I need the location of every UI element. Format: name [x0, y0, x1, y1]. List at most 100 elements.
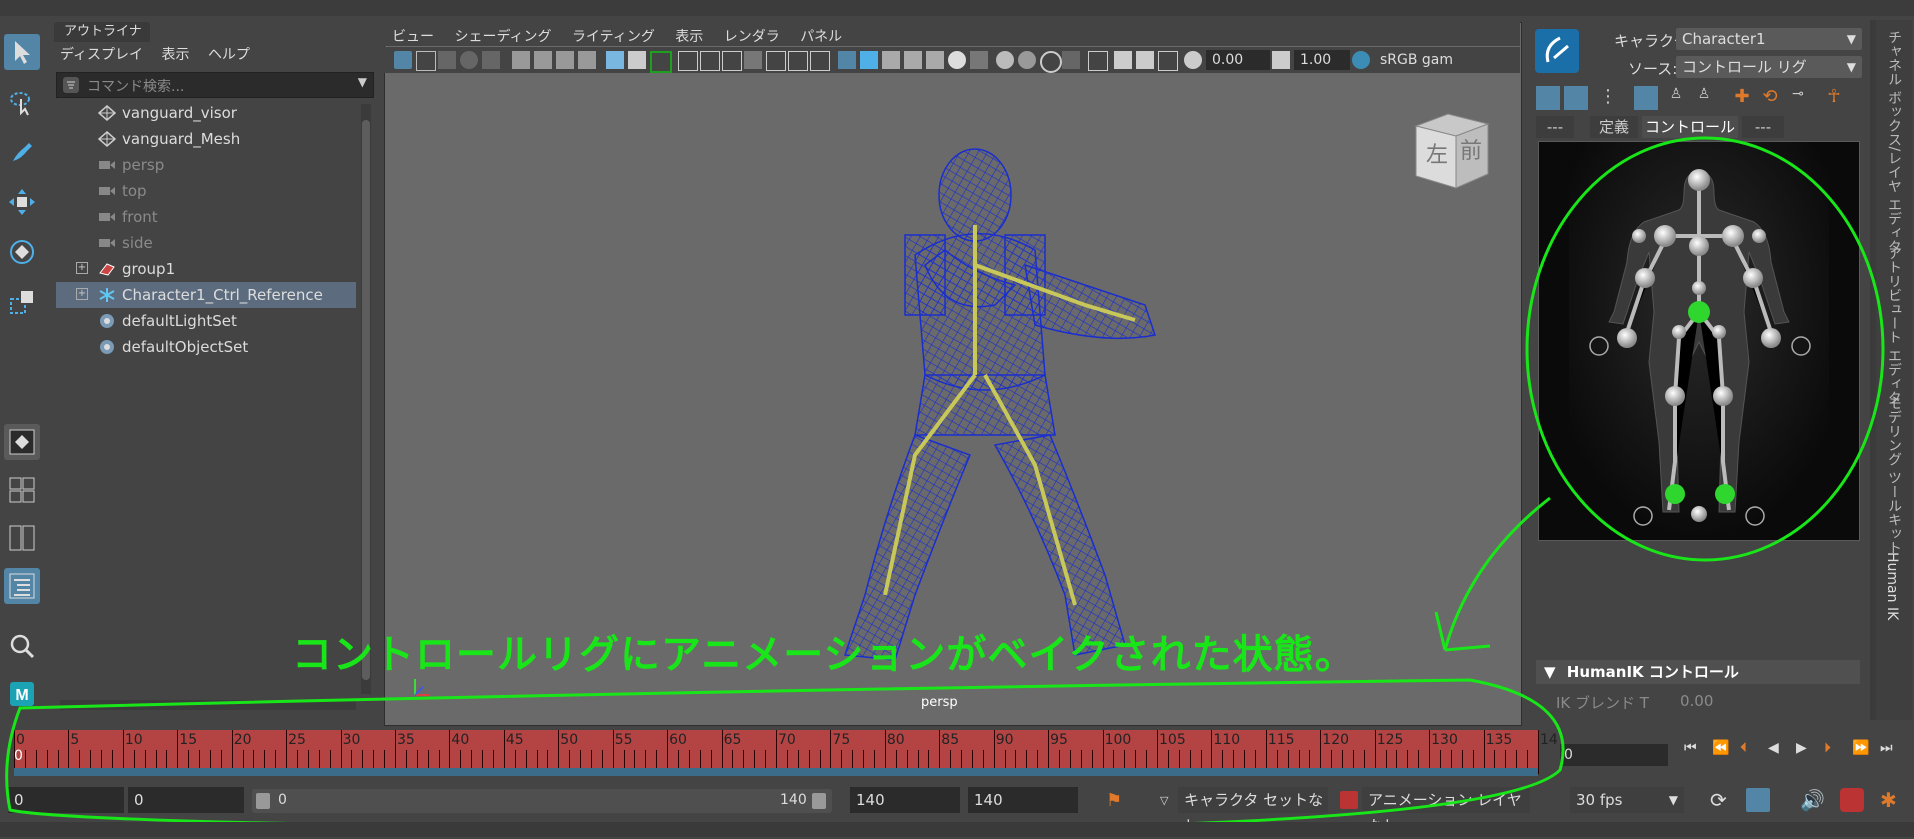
grid-toggle-icon[interactable] — [438, 51, 456, 69]
two-view-button[interactable] — [4, 520, 40, 556]
figure-pin-icon[interactable] — [1634, 86, 1658, 110]
menu-renderer[interactable]: レンダラ — [724, 26, 780, 46]
sound-icon[interactable]: 🔊 — [1800, 788, 1825, 812]
smooth-shade-icon[interactable] — [860, 51, 878, 69]
selection-icon[interactable]: ⋮ — [1596, 86, 1620, 110]
tab-attribute-editor[interactable]: アトリビュート エディタ — [1884, 246, 1904, 404]
pencil-icon[interactable] — [650, 51, 672, 73]
outliner-item-side[interactable]: side — [56, 230, 356, 256]
range-slider[interactable]: 0 140 — [252, 789, 832, 813]
loop-icon[interactable]: ⟳ — [1710, 788, 1727, 812]
field-chart-icon[interactable] — [766, 51, 786, 71]
outliner-item-front[interactable]: front — [56, 204, 356, 230]
menu-shading[interactable]: シェーディング — [454, 26, 551, 46]
search-dropdown-icon[interactable]: ▼ — [358, 75, 367, 89]
character-figure-icon[interactable]: ☥ — [1822, 86, 1846, 110]
key-icon[interactable]: ⚑ — [1106, 790, 1122, 811]
unpin-icon[interactable]: ⊸ — [1786, 86, 1810, 110]
outliner-item-vanguard-mesh[interactable]: vanguard_Mesh — [56, 126, 356, 152]
anim-layer-field[interactable]: アニメーション レイヤなし — [1362, 787, 1530, 835]
go-to-end-icon[interactable]: ⏭ — [1880, 740, 1893, 756]
resolution-gate-icon[interactable] — [722, 51, 742, 71]
menu-view[interactable]: ビュー — [392, 26, 434, 46]
body-part-ik-icon[interactable] — [1564, 86, 1588, 110]
exposure-field[interactable]: 0.00 — [1206, 50, 1270, 70]
isolate-select-icon[interactable] — [1088, 51, 1108, 71]
gamma-field[interactable]: 1.00 — [1294, 50, 1350, 70]
lights-icon[interactable] — [926, 51, 944, 69]
run-icon[interactable]: ✱ — [1880, 788, 1897, 812]
bookmark-camera-icon[interactable] — [556, 51, 574, 69]
source-dropdown[interactable]: コントロール リグ ▼ — [1676, 56, 1862, 78]
camera-icon[interactable] — [512, 51, 530, 69]
image-plane-icon[interactable] — [416, 51, 436, 71]
color-management-icon[interactable] — [1352, 51, 1370, 69]
range-end-handle[interactable] — [812, 793, 826, 809]
xray-icon[interactable] — [628, 51, 646, 69]
menu-panels[interactable]: パネル — [800, 26, 842, 46]
safe-title-icon[interactable] — [810, 51, 830, 71]
color-space-field[interactable]: sRGB gam — [1374, 50, 1520, 70]
record-icon[interactable] — [1840, 788, 1864, 812]
outliner-item-character1-ctrl-reference[interactable]: + Character1_Ctrl_Reference — [56, 282, 356, 308]
depth-of-field-icon[interactable] — [1062, 51, 1080, 69]
character-dropdown[interactable]: Character1 ▼ — [1676, 28, 1862, 50]
textured-icon[interactable] — [904, 51, 922, 69]
anim-start-field[interactable]: 0 — [128, 787, 244, 813]
menu-lighting[interactable]: ライティング — [572, 26, 655, 46]
grid-icon[interactable] — [678, 51, 698, 71]
viewcube-left-face[interactable]: 左 — [1426, 143, 1448, 168]
paint-select-tool-button[interactable] — [4, 134, 40, 170]
step-back-icon[interactable]: ⏪ — [1712, 740, 1729, 756]
gate-mask-icon[interactable] — [744, 51, 762, 69]
humanik-logo-icon[interactable] — [1534, 28, 1580, 74]
exposure-icon[interactable] — [1184, 51, 1202, 69]
current-frame-field[interactable]: 0 — [1560, 744, 1668, 766]
safe-action-icon[interactable] — [788, 51, 808, 71]
move-tool-button[interactable] — [4, 184, 40, 220]
end-time-field[interactable]: 140 — [968, 787, 1078, 813]
tab-human-ik[interactable]: Human IK — [1884, 552, 1900, 620]
gamma-icon[interactable] — [1272, 51, 1290, 69]
scale-tool-button[interactable] — [4, 284, 40, 320]
isolate-icon[interactable] — [606, 51, 624, 69]
viewcube-front-face[interactable]: 前 — [1460, 139, 1482, 164]
step-back-key-icon[interactable]: ⏴ — [1740, 740, 1747, 756]
shadows-icon[interactable] — [970, 51, 988, 69]
anim-layer-icon[interactable] — [1340, 791, 1358, 809]
auto-key-icon[interactable] — [1746, 788, 1770, 812]
viewcube[interactable]: 左 前 — [1408, 112, 1492, 190]
film-icon[interactable] — [700, 51, 720, 71]
camera-attr-icon[interactable] — [394, 51, 412, 69]
outliner-item-persp[interactable]: persp — [56, 152, 356, 178]
sphere-icon[interactable] — [460, 51, 478, 69]
play-forward-icon[interactable]: ▶ — [1796, 740, 1807, 756]
step-forward-icon[interactable]: ⏩ — [1852, 740, 1869, 756]
search-button[interactable] — [4, 628, 40, 664]
go-to-start-icon[interactable]: ⏮ — [1684, 740, 1697, 756]
tab-controls[interactable]: コントロール — [1642, 116, 1738, 138]
full-body-ik-icon[interactable] — [1536, 86, 1560, 110]
antialias-icon[interactable] — [1040, 51, 1062, 73]
expand-icon[interactable]: + — [76, 288, 88, 300]
lasso-tool-button[interactable] — [4, 84, 40, 120]
anim-end-field[interactable]: 140 — [850, 787, 960, 813]
humanik-control-picker[interactable] — [1538, 141, 1860, 541]
backface-icon[interactable] — [1158, 51, 1178, 71]
outliner-scroll-thumb[interactable] — [362, 120, 370, 680]
step-forward-key-icon[interactable]: ⏵ — [1824, 740, 1831, 756]
character-set-dropdown-icon[interactable]: ▽ — [1160, 794, 1168, 807]
figure-stance-icon[interactable]: ♙ — [1692, 86, 1716, 110]
character-set-field[interactable]: キャラクタ セットなし — [1178, 787, 1328, 835]
xray-joints-icon[interactable] — [1114, 51, 1132, 69]
xray-active-icon[interactable] — [1136, 51, 1154, 69]
tab-dash-left[interactable]: --- — [1536, 116, 1574, 138]
wireframe-on-shaded-icon[interactable] — [882, 51, 900, 69]
motion-blur-icon[interactable] — [1018, 51, 1036, 69]
tab-channel-box[interactable]: チャネル ボックス/レイヤ エディタ — [1884, 30, 1904, 254]
expand-icon[interactable]: + — [76, 262, 88, 274]
tab-definition[interactable]: 定義 — [1590, 116, 1638, 138]
fps-dropdown[interactable]: 30 fps ▼ — [1570, 787, 1684, 813]
bookmark-icon[interactable] — [578, 51, 596, 69]
outliner-item-default-object-set[interactable]: defaultObjectSet — [56, 334, 356, 360]
